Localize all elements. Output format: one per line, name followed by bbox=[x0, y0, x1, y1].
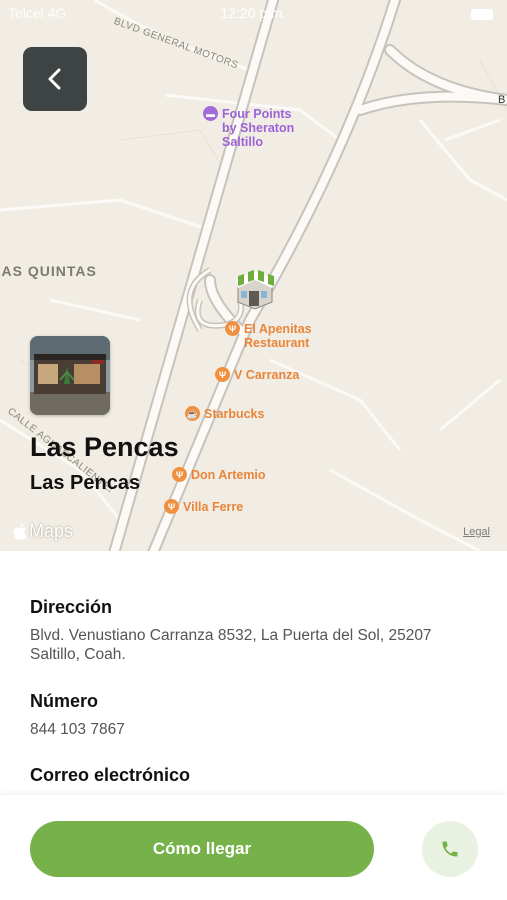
poi-label: V Carranza bbox=[234, 368, 300, 382]
street-label-b: B bbox=[498, 94, 506, 106]
phone-section: Número 844 103 7867 bbox=[30, 691, 480, 739]
maps-brand-label: Maps bbox=[29, 521, 74, 541]
poi-label: El Apenitas bbox=[244, 322, 312, 336]
directions-button[interactable]: Cómo llegar bbox=[30, 821, 374, 877]
poi-villa-ferre[interactable]: Ψ Villa Ferre bbox=[164, 499, 244, 514]
address-value: Blvd. Venustiano Carranza 8532, La Puert… bbox=[30, 627, 432, 663]
apple-logo-icon bbox=[13, 523, 27, 540]
map-view[interactable]: Telcel 4G 12:20 p.m. BLVD GENERAL MOTORS… bbox=[0, 0, 507, 551]
address-label: Dirección bbox=[30, 597, 113, 617]
email-label: Correo electrónico bbox=[30, 765, 191, 785]
poi-four-points[interactable]: ▬ Four Points by Sheraton Saltillo bbox=[203, 106, 295, 149]
fork-knife-icon: Ψ bbox=[164, 499, 179, 514]
email-section: Correo electrónico bbox=[30, 765, 480, 794]
action-bar: Cómo llegar bbox=[0, 795, 507, 900]
poi-label: Starbucks bbox=[204, 407, 265, 421]
fork-knife-icon: Ψ bbox=[172, 467, 187, 482]
area-label: LAS QUINTAS bbox=[0, 263, 97, 279]
poi-el-apenitas[interactable]: Ψ El Apenitas Restaurant bbox=[225, 321, 312, 350]
restaurant-photo bbox=[30, 336, 110, 415]
poi-starbucks[interactable]: ☕ Starbucks bbox=[185, 406, 265, 421]
hotel-icon: ▬ bbox=[203, 106, 218, 121]
poi-label: Restaurant bbox=[244, 336, 310, 350]
address-section: Dirección Blvd. Venustiano Carranza 8532… bbox=[30, 597, 480, 664]
poi-label: by Sheraton bbox=[222, 121, 295, 135]
legal-link[interactable]: Legal bbox=[463, 526, 490, 538]
poi-label: Don Artemio bbox=[191, 468, 266, 482]
phone-label: Número bbox=[30, 691, 99, 711]
store-pin-icon[interactable] bbox=[232, 266, 278, 310]
details-panel: Dirección Blvd. Venustiano Carranza 8532… bbox=[0, 551, 507, 798]
poi-don-artemio[interactable]: Ψ Don Artemio bbox=[172, 467, 266, 482]
restaurant-subtitle: Las Pencas bbox=[30, 472, 141, 494]
coffee-icon: ☕ bbox=[185, 406, 200, 421]
chevron-left-icon bbox=[48, 68, 61, 90]
phone-icon bbox=[442, 841, 458, 857]
maps-brand: Maps bbox=[13, 521, 73, 542]
clock-label: 12:20 p.m. bbox=[220, 5, 287, 21]
poi-label: Saltillo bbox=[222, 135, 263, 149]
restaurant-title: Las Pencas bbox=[30, 432, 179, 462]
poi-label: Villa Ferre bbox=[183, 500, 244, 514]
fork-knife-icon: Ψ bbox=[225, 321, 240, 336]
fork-knife-icon: Ψ bbox=[215, 367, 230, 382]
battery-icon bbox=[471, 9, 493, 20]
back-button[interactable] bbox=[23, 47, 87, 111]
phone-value[interactable]: 844 103 7867 bbox=[30, 720, 480, 739]
poi-v-carranza[interactable]: Ψ V Carranza bbox=[215, 367, 300, 382]
call-button[interactable] bbox=[422, 821, 478, 877]
poi-label: Four Points bbox=[222, 107, 292, 121]
